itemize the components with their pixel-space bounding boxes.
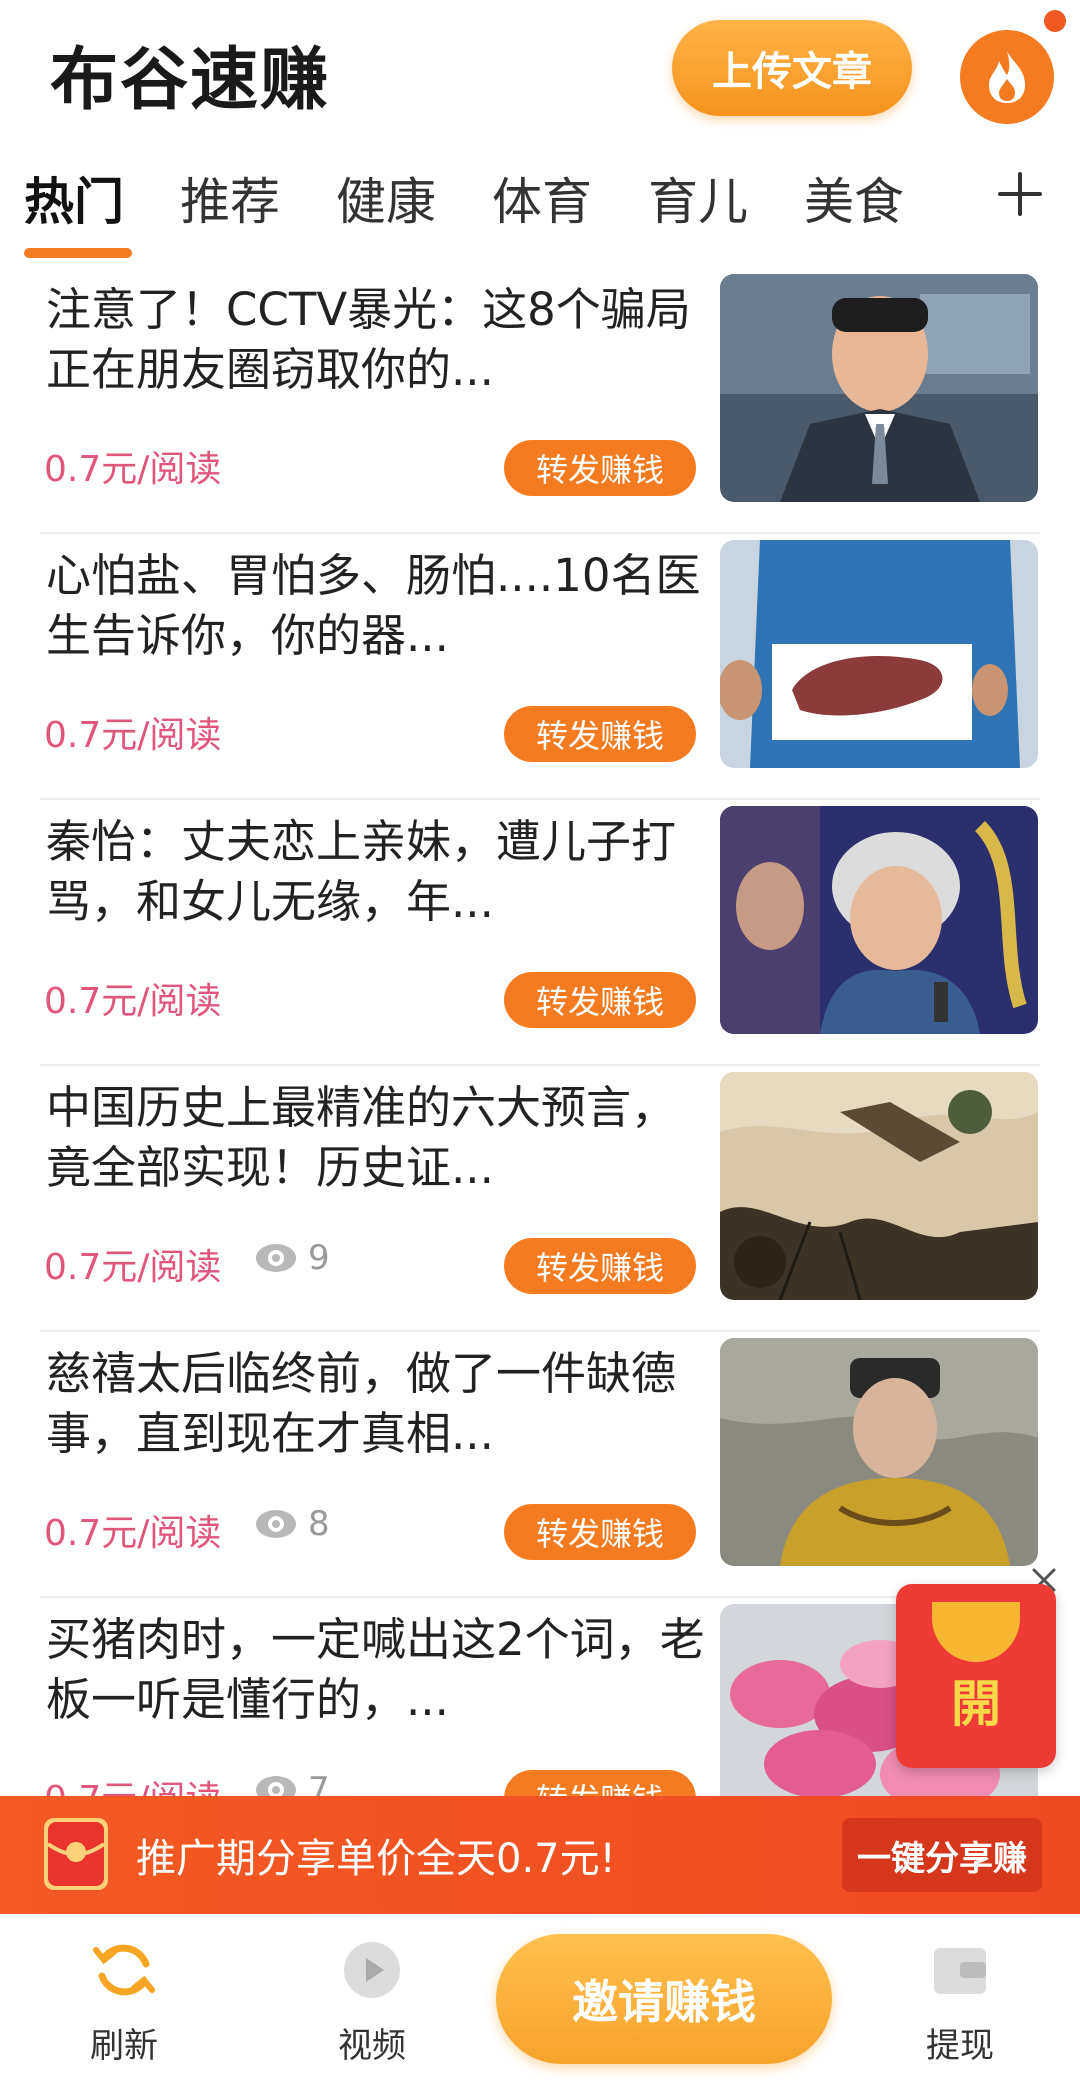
article-thumbnail[interactable] bbox=[720, 806, 1038, 1034]
empress-portrait-image bbox=[720, 1338, 1038, 1566]
nav-refresh[interactable]: 刷新 bbox=[44, 1914, 204, 2083]
tab-health[interactable]: 健康 bbox=[336, 162, 436, 234]
article-title[interactable]: 心怕盐、胃怕多、肠怕....10名医生告诉你，你的器... bbox=[46, 546, 706, 666]
tab-recommend[interactable]: 推荐 bbox=[180, 162, 280, 234]
upload-article-button[interactable]: 上传文章 bbox=[672, 20, 912, 116]
article-card[interactable]: 中国历史上最精准的六大预言，竟全部实现！历史证... 0.7元/阅读 9 转发赚… bbox=[40, 1066, 1040, 1332]
price-per-read: 0.7元/阅读 bbox=[44, 1770, 221, 1796]
promo-text: 推广期分享单价全天0.7元! bbox=[136, 1836, 616, 1882]
app-header: 布谷速赚 上传文章 bbox=[0, 0, 1080, 140]
wallet-icon bbox=[934, 1948, 986, 1994]
nav-video[interactable]: 视频 bbox=[292, 1914, 452, 2083]
price-per-read: 0.7元/阅读 bbox=[44, 449, 222, 490]
article-thumbnail[interactable] bbox=[720, 1338, 1038, 1566]
article-card[interactable]: 秦怡：丈夫恋上亲妹，遭儿子打骂，和女儿无缘，年... 0.7元/阅读 转发赚钱 bbox=[40, 800, 1040, 1066]
play-icon bbox=[344, 1942, 400, 1998]
share-earn-button[interactable]: 转发赚钱 bbox=[504, 440, 696, 496]
article-title[interactable]: 秦怡：丈夫恋上亲妹，遭儿子打骂，和女儿无缘，年... bbox=[46, 812, 706, 932]
price-per-read: 0.7元/阅读 bbox=[44, 715, 222, 756]
article-title[interactable]: 注意了！CCTV暴光：这8个骗局正在朋友圈窃取你的... bbox=[46, 280, 706, 400]
article-title[interactable]: 中国历史上最精准的六大预言，竟全部实现！历史证... bbox=[46, 1078, 706, 1198]
share-earn-button[interactable]: 转发赚钱 bbox=[504, 1770, 696, 1796]
view-count-value: 9 bbox=[308, 1238, 330, 1278]
nav-video-label: 视频 bbox=[338, 2026, 406, 2066]
refresh-icon bbox=[93, 1944, 155, 1996]
bottom-nav: 刷新 视频 邀请赚钱 提现 bbox=[0, 1914, 1080, 2083]
add-tab-icon[interactable] bbox=[992, 166, 1048, 222]
view-count-value: 8 bbox=[308, 1504, 330, 1544]
promo-banner: 推广期分享单价全天0.7元! 一键分享赚 bbox=[0, 1796, 1080, 1914]
elderly-woman-image bbox=[720, 806, 1038, 1034]
article-thumbnail[interactable] bbox=[720, 540, 1038, 768]
coin-icon bbox=[932, 1602, 1020, 1662]
invite-earn-button[interactable]: 邀请赚钱 bbox=[496, 1934, 832, 2064]
article-thumbnail[interactable] bbox=[720, 1072, 1038, 1300]
article-card[interactable]: 心怕盐、胃怕多、肠怕....10名医生告诉你，你的器... 0.7元/阅读 转发… bbox=[40, 534, 1040, 800]
article-card[interactable]: 注意了！CCTV暴光：这8个骗局正在朋友圈窃取你的... 0.7元/阅读 转发赚… bbox=[40, 268, 1040, 534]
share-earn-button[interactable]: 转发赚钱 bbox=[504, 706, 696, 762]
view-count: 8 bbox=[254, 1502, 330, 1546]
red-packet-button[interactable]: 開 bbox=[896, 1584, 1056, 1768]
article-feed[interactable]: 注意了！CCTV暴光：这8个骗局正在朋友圈窃取你的... 0.7元/阅读 转发赚… bbox=[0, 268, 1080, 1796]
red-envelope-icon bbox=[44, 1818, 108, 1890]
open-packet-label: 開 bbox=[951, 1675, 1001, 1733]
eye-icon bbox=[256, 1244, 296, 1272]
fire-icon bbox=[989, 51, 1025, 103]
nav-withdraw-label: 提现 bbox=[926, 2026, 994, 2066]
notification-dot bbox=[1044, 10, 1066, 32]
tab-hot[interactable]: 热门 bbox=[24, 162, 124, 234]
active-tab-indicator bbox=[24, 248, 132, 258]
tab-parenting[interactable]: 育儿 bbox=[648, 162, 748, 234]
price-per-read: 0.7元/阅读 bbox=[44, 1513, 222, 1554]
tab-sports[interactable]: 体育 bbox=[492, 162, 592, 234]
app-title: 布谷速赚 bbox=[50, 41, 331, 120]
liver-chart-image bbox=[720, 540, 1038, 768]
category-tabs: 热门 推荐 健康 体育 育儿 美食 bbox=[0, 150, 1080, 260]
share-earn-button[interactable]: 转发赚钱 bbox=[504, 1504, 696, 1560]
eye-icon bbox=[256, 1510, 296, 1538]
view-count: 9 bbox=[254, 1236, 330, 1280]
article-title[interactable]: 慈禧太后临终前，做了一件缺德事，直到现在才真相... bbox=[46, 1344, 706, 1464]
article-card[interactable]: 买猪肉时，一定喊出这2个词，老板一听是懂行的，... 0.7元/阅读 7 转发赚… bbox=[40, 1598, 1040, 1796]
hot-fire-button[interactable] bbox=[960, 30, 1054, 124]
nav-withdraw[interactable]: 提现 bbox=[880, 1914, 1040, 2083]
eye-icon bbox=[256, 1776, 296, 1796]
news-anchor-image bbox=[720, 274, 1038, 502]
price-per-read: 0.7元/阅读 bbox=[44, 1247, 222, 1288]
article-card[interactable]: 慈禧太后临终前，做了一件缺德事，直到现在才真相... 0.7元/阅读 8 转发赚… bbox=[40, 1332, 1040, 1598]
article-thumbnail[interactable] bbox=[720, 274, 1038, 502]
one-click-share-button[interactable]: 一键分享赚 bbox=[842, 1818, 1042, 1892]
share-earn-button[interactable]: 转发赚钱 bbox=[504, 972, 696, 1028]
view-count: 7 bbox=[254, 1768, 330, 1796]
price-per-read: 0.7元/阅读 bbox=[44, 981, 222, 1022]
view-count-value: 7 bbox=[308, 1770, 330, 1796]
article-title[interactable]: 买猪肉时，一定喊出这2个词，老板一听是懂行的，... bbox=[46, 1610, 706, 1730]
tab-food[interactable]: 美食 bbox=[804, 162, 904, 234]
ancient-painting-image bbox=[720, 1072, 1038, 1300]
nav-refresh-label: 刷新 bbox=[90, 2026, 158, 2066]
share-earn-button[interactable]: 转发赚钱 bbox=[504, 1238, 696, 1294]
